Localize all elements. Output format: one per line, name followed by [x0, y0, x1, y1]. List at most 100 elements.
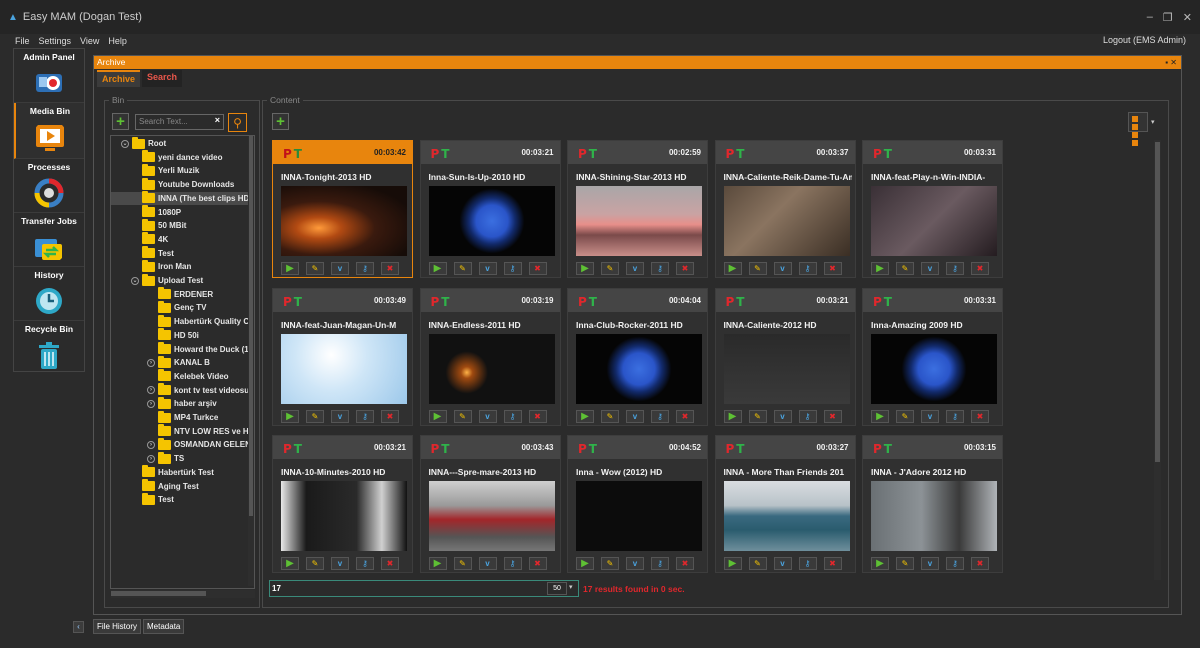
nav-admin-panel[interactable]: Admin Panel — [14, 49, 84, 103]
media-card[interactable]: P T 00:03:42 INNA-Tonight-2013 HD ▶ ✎ v ⚷ ✖ — [272, 140, 413, 278]
video-thumbnail[interactable] — [428, 481, 555, 551]
expand-icon[interactable]: ⌄ — [131, 276, 139, 285]
edit-icon[interactable]: ✎ — [453, 409, 472, 423]
key-icon[interactable]: ⚷ — [503, 409, 522, 423]
media-card[interactable]: P T 00:03:37 INNA-Caliente-Reik-Dame-Tu-Amo… — [714, 140, 856, 278]
version-icon[interactable]: v — [331, 409, 349, 423]
menu-view[interactable]: View — [80, 36, 99, 46]
tree-item[interactable]: Youtube Downloads — [111, 177, 251, 191]
close-icon[interactable]: ✕ — [1183, 11, 1192, 24]
version-icon[interactable]: v — [331, 262, 349, 275]
video-thumbnail[interactable] — [871, 333, 997, 404]
media-card[interactable]: P T 00:02:59 INNA-Shining-Star-2013 HD ▶ ✎ v ⚷ ✖ — [567, 140, 708, 278]
tab-metadata[interactable]: Metadata — [143, 619, 185, 634]
play-icon[interactable]: ▶ — [576, 409, 594, 423]
version-icon[interactable]: v — [773, 262, 792, 275]
nav-media-bin[interactable]: Media Bin — [14, 103, 84, 159]
bin-search-input[interactable]: Search Text... × — [135, 114, 224, 130]
video-thumbnail[interactable] — [428, 186, 555, 256]
media-card[interactable]: P T 00:03:21 INNA-Caliente-2012 HD ▶ ✎ v ⚷ ✖ — [714, 287, 856, 426]
delete-icon[interactable]: ✖ — [676, 262, 694, 275]
expand-icon[interactable]: › — [147, 399, 155, 408]
key-icon[interactable]: ⚷ — [356, 557, 374, 570]
video-thumbnail[interactable] — [576, 481, 702, 551]
play-icon[interactable]: ▶ — [428, 409, 447, 423]
key-icon[interactable]: ⚷ — [651, 557, 669, 570]
tree-item[interactable]: › haber arşiv — [111, 396, 251, 410]
tree-item[interactable]: Howard the Duck (198 — [111, 342, 254, 356]
media-card[interactable]: P T 00:03:15 INNA - J'Adore 2012 HD ▶ ✎ v ⚷ ✖ — [862, 435, 1003, 573]
key-icon[interactable]: ⚷ — [356, 409, 374, 423]
video-thumbnail[interactable] — [576, 333, 702, 404]
delete-icon[interactable]: ✖ — [381, 262, 399, 275]
tree-item[interactable]: Genç TV — [111, 300, 251, 314]
version-icon[interactable]: v — [921, 262, 939, 275]
tree-item[interactable]: ERDENER — [111, 287, 251, 301]
delete-icon[interactable]: ✖ — [971, 557, 989, 570]
version-icon[interactable]: v — [478, 409, 497, 423]
delete-icon[interactable]: ✖ — [676, 557, 694, 570]
nav-processes[interactable]: Processes — [14, 159, 84, 213]
maximize-icon[interactable]: ❐ — [1163, 11, 1173, 24]
play-icon[interactable]: ▶ — [576, 262, 594, 275]
video-thumbnail[interactable] — [281, 481, 407, 551]
nav-recycle-bin[interactable]: Recycle Bin — [14, 321, 84, 375]
tree-item[interactable]: Yerli Muzik — [111, 163, 251, 177]
version-icon[interactable]: v — [773, 409, 792, 423]
media-card[interactable]: P T 00:03:31 Inna-Amazing 2009 HD ▶ ✎ v ⚷ ✖ — [862, 287, 1003, 426]
video-thumbnail[interactable] — [871, 481, 997, 551]
edit-icon[interactable]: ✎ — [601, 557, 619, 570]
play-icon[interactable]: ▶ — [723, 409, 742, 423]
video-thumbnail[interactable] — [723, 481, 850, 551]
tab-search[interactable]: Search — [142, 70, 183, 87]
expand-icon[interactable]: › — [147, 440, 155, 449]
delete-icon[interactable]: ✖ — [823, 262, 842, 275]
edit-icon[interactable]: ✎ — [896, 557, 914, 570]
tree-item[interactable]: › KANAL B — [111, 355, 251, 369]
collapse-nav-button[interactable]: ‹ — [73, 621, 84, 633]
tree-item[interactable]: Kelebek Video — [111, 369, 251, 383]
nav-transfer-jobs[interactable]: Transfer Jobs — [14, 213, 84, 267]
key-icon[interactable]: ⚷ — [946, 262, 964, 275]
edit-icon[interactable]: ✎ — [453, 557, 472, 570]
version-icon[interactable]: v — [773, 557, 792, 570]
add-content-button[interactable]: + — [272, 113, 289, 130]
version-icon[interactable]: v — [626, 557, 644, 570]
tab-file-history[interactable]: File History — [93, 619, 142, 634]
key-icon[interactable]: ⚷ — [946, 557, 964, 570]
play-icon[interactable]: ▶ — [871, 557, 889, 570]
tree-item[interactable]: › TS — [111, 451, 251, 465]
version-icon[interactable]: v — [331, 557, 349, 570]
play-icon[interactable]: ▶ — [281, 409, 299, 423]
add-folder-button[interactable]: + — [112, 113, 129, 130]
tree-item[interactable]: ⌄ Root — [111, 136, 251, 150]
edit-icon[interactable]: ✎ — [306, 409, 324, 423]
play-icon[interactable]: ▶ — [723, 557, 742, 570]
edit-icon[interactable]: ✎ — [453, 262, 472, 275]
key-icon[interactable]: ⚷ — [503, 557, 522, 570]
content-scrollbar[interactable] — [1154, 140, 1161, 580]
key-icon[interactable]: ⚷ — [798, 557, 817, 570]
media-card[interactable]: P T 00:03:19 INNA-Endless-2011 HD ▶ ✎ v ⚷ ✖ — [419, 287, 561, 426]
edit-icon[interactable]: ✎ — [748, 262, 767, 275]
media-card[interactable]: P T 00:04:04 Inna-Club-Rocker-2011 HD ▶ ✎ v ⚷ ✖ — [567, 287, 708, 426]
expand-icon[interactable]: › — [147, 454, 155, 463]
menu-help[interactable]: Help — [108, 36, 127, 46]
key-icon[interactable]: ⚷ — [356, 262, 374, 275]
tab-archive[interactable]: Archive — [97, 70, 141, 87]
edit-icon[interactable]: ✎ — [306, 262, 324, 275]
play-icon[interactable]: ▶ — [723, 262, 742, 275]
play-icon[interactable]: ▶ — [871, 262, 889, 275]
key-icon[interactable]: ⚷ — [798, 409, 817, 423]
media-card[interactable]: P T 00:03:21 INNA-10-Minutes-2010 HD ▶ ✎ v ⚷ ✖ — [272, 435, 413, 573]
delete-icon[interactable]: ✖ — [528, 409, 547, 423]
page-size-dropdown-icon[interactable]: ▾ — [569, 583, 573, 591]
nav-history[interactable]: History — [14, 267, 84, 321]
tree-item[interactable]: 1080P — [111, 205, 251, 219]
delete-icon[interactable]: ✖ — [381, 409, 399, 423]
tree-item[interactable]: Test — [111, 246, 251, 260]
video-thumbnail[interactable] — [723, 333, 850, 404]
video-thumbnail[interactable] — [871, 186, 997, 256]
tree-item[interactable]: Habertürk Test — [111, 465, 251, 479]
edit-icon[interactable]: ✎ — [601, 409, 619, 423]
